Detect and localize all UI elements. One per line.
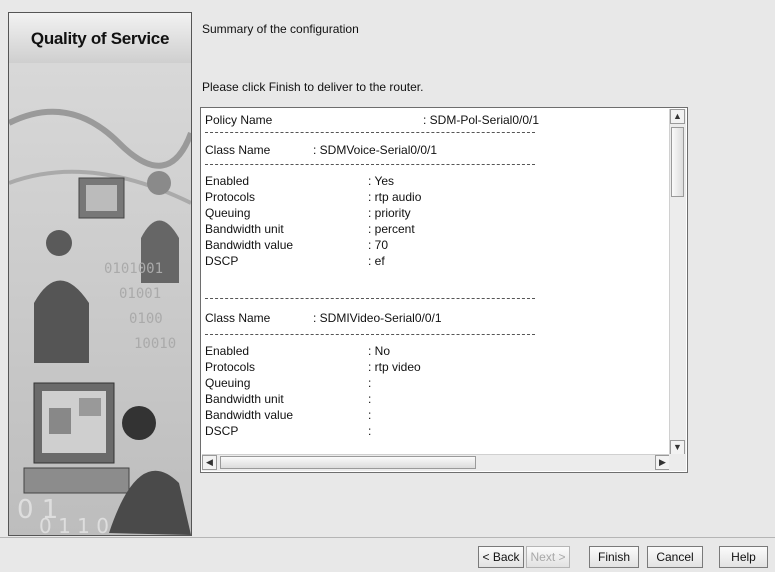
separator [205,298,535,299]
separator [205,334,535,335]
field-value: : [368,376,372,390]
scroll-left-icon[interactable]: ◀ [202,455,217,470]
scroll-corner [669,454,686,471]
field-label: Enabled [205,344,250,358]
field-label: Protocols [205,190,256,204]
horizontal-scroll-thumb[interactable] [220,456,476,469]
configuration-summary-box[interactable]: Policy Name : SDM-Pol-Serial0/0/1 Class … [200,107,688,473]
field-value: : No [368,344,391,358]
field-value: : [368,392,372,406]
field-label: DSCP [205,424,239,438]
finish-instruction: Please click Finish to deliver to the ro… [202,80,424,94]
field-label: Queuing [205,376,251,390]
help-button[interactable]: Help [719,546,768,568]
finish-button[interactable]: Finish [589,546,639,568]
wizard-illustration: 0101001 01001 0100 10010 0 1 0 1 1 0 [9,63,191,535]
field-label: Bandwidth unit [205,222,284,236]
field-value: : [368,424,372,438]
field-value: : [368,408,372,422]
field-value: : ef [368,254,385,268]
wizard-sidebar: Quality of Service 0101001 01001 0100 10… [8,12,192,536]
field-value: : percent [368,222,415,236]
sidebar-title: Quality of Service [9,13,191,63]
class-name-label: Class Name [205,143,271,157]
field-value: : Yes [368,174,395,188]
svg-text:0100: 0100 [129,311,163,327]
next-button[interactable]: Next > [526,546,570,568]
scroll-right-icon[interactable]: ▶ [655,455,670,470]
field-value: : rtp video [368,360,421,374]
cancel-button[interactable]: Cancel [647,546,703,568]
policy-name-label: Policy Name [205,113,273,127]
separator [205,132,535,133]
field-label: Queuing [205,206,251,220]
scroll-down-icon[interactable]: ▼ [670,440,685,455]
field-label: Bandwidth unit [205,392,284,406]
class-name-value: : SDMIVideo-Serial0/0/1 [313,311,442,325]
scroll-up-icon[interactable]: ▲ [670,109,685,124]
svg-text:01001: 01001 [119,286,161,302]
button-bar-divider [0,537,775,538]
vertical-scrollbar[interactable]: ▲ ▼ [669,109,686,455]
field-label: DSCP [205,254,239,268]
svg-text:0 1 1 0: 0 1 1 0 [39,514,109,535]
field-label: Bandwidth value [205,238,294,252]
horizontal-scrollbar[interactable]: ◀ ▶ [202,454,670,471]
class-name-value: : SDMVoice-Serial0/0/1 [313,143,438,157]
field-value: : priority [368,206,411,220]
policy-name-value: : SDM-Pol-Serial0/0/1 [423,113,540,127]
separator [205,164,535,165]
back-button[interactable]: < Back [478,546,524,568]
class-name-label: Class Name [205,311,271,325]
field-value: : rtp audio [368,190,422,204]
svg-text:10010: 10010 [134,336,176,352]
svg-text:0101001: 0101001 [104,261,163,277]
field-label: Bandwidth value [205,408,294,422]
field-label: Enabled [205,174,250,188]
vertical-scroll-thumb[interactable] [671,127,684,197]
field-value: : 70 [368,238,389,252]
summary-heading: Summary of the configuration [202,22,359,36]
field-label: Protocols [205,360,256,374]
